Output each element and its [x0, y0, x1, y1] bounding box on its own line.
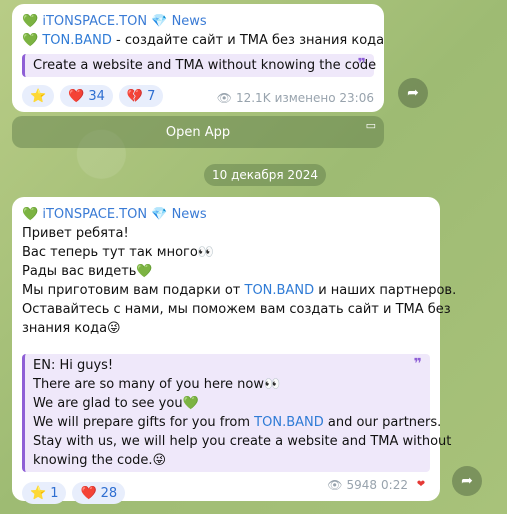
quote-text-line: EN: Hi guys! — [33, 358, 114, 373]
message-text: и наших партнеров. — [314, 283, 457, 298]
reaction-count: 7 — [147, 88, 156, 104]
message-meta: 👁 5948 0:22 ❤ — [327, 476, 430, 494]
green-heart-icon: 💚 — [22, 14, 39, 29]
message-title: 💚 iTONSPACE.TON 💎 News — [22, 12, 374, 31]
message-text-line: Оставайтесь с нами, мы поможем вам созда… — [22, 302, 451, 317]
message-text: Мы приготовим вам подарки от — [22, 283, 245, 298]
date-separator: 10 декабря 2024 — [204, 164, 326, 186]
share-icon[interactable]: ➦ — [398, 78, 428, 108]
quote-text-line: Stay with us, we will help you create a … — [33, 434, 452, 449]
message-text-line: знания кода😜 — [22, 321, 121, 336]
message-text-line: Мы приготовим вам подарки от TON.BAND и … — [22, 281, 456, 300]
message-text-line: Рады вас видеть💚 — [22, 264, 153, 279]
green-heart-icon: 💚 — [22, 207, 39, 222]
reaction-count: 28 — [100, 485, 118, 501]
eye-icon: 👁 — [216, 91, 232, 105]
view-count: 5948 — [346, 478, 378, 492]
share-icon[interactable]: ➦ — [452, 466, 482, 496]
link-ton-band[interactable]: TON.BAND — [254, 415, 324, 430]
reaction-heart[interactable]: ❤️ 34 — [60, 85, 113, 107]
open-app-label: Open App — [165, 124, 231, 140]
star-icon: ⭐ — [30, 88, 47, 104]
own-reaction-heart-icon[interactable]: ❤ — [412, 476, 430, 494]
quote-text: Create a website and TMA without knowing… — [33, 58, 377, 73]
diamond-icon: 💎 — [151, 14, 168, 29]
message-title: 💚 iTONSPACE.TON 💎 News — [22, 205, 430, 224]
message-time: 0:22 — [381, 478, 408, 492]
reaction-broken-heart[interactable]: 💔 7 — [118, 85, 164, 107]
channel-name[interactable]: iTONSPACE.TON — [42, 14, 147, 29]
window-icon: ▭ — [365, 119, 376, 132]
reaction-count: 34 — [88, 88, 105, 104]
channel-news-label: News — [171, 207, 207, 222]
reaction-star[interactable]: ⭐ — [22, 85, 55, 107]
quote-text-line: There are so many of you here now👀 — [33, 377, 281, 392]
quote-block: ❞ EN: Hi guys! There are so many of you … — [22, 354, 452, 472]
quote-text: and our partners. — [323, 415, 442, 430]
eye-icon: 👁 — [327, 478, 343, 492]
quote-mark-icon: ❞ — [413, 356, 422, 372]
quote-mark-icon: ❞ — [357, 56, 366, 72]
quote-text-line: knowing the code.😜 — [33, 453, 167, 468]
link-ton-band[interactable]: TON.BAND — [245, 283, 315, 298]
star-icon: ⭐ — [30, 485, 47, 501]
channel-name[interactable]: iTONSPACE.TON — [42, 207, 147, 222]
message-text: - создайте сайт и ТМА без знания кода — [111, 33, 385, 48]
heart-icon: ❤️ — [68, 88, 85, 104]
reaction-count: 1 — [50, 485, 59, 501]
quote-text: We will prepare gifts for you from — [33, 415, 255, 430]
link-ton-band[interactable]: TON.BAND — [42, 33, 112, 48]
green-heart-icon: 💚 — [22, 33, 39, 48]
reaction-heart[interactable]: ❤️ 28 — [72, 482, 126, 504]
diamond-icon: 💎 — [151, 207, 168, 222]
quote-text-line: We will prepare gifts for you from TON.B… — [33, 413, 441, 432]
message-text-line: Привет ребята! — [22, 226, 129, 241]
heart-icon: ❤️ — [80, 485, 97, 501]
quote-block: Create a website and TMA without knowing… — [22, 54, 377, 77]
reaction-star[interactable]: ⭐ 1 — [22, 482, 67, 504]
date-label: 10 декабря 2024 — [212, 168, 318, 182]
channel-news-label: News — [171, 14, 207, 29]
message-meta: 👁 12.1K изменено 23:06 — [217, 91, 374, 105]
edited-timestamp: изменено 23:06 — [274, 91, 374, 105]
message-text-line: 💚 TON.BAND - создайте сайт и ТМА без зна… — [22, 31, 384, 50]
quote-text-line: We are glad to see you💚 — [33, 396, 199, 411]
broken-heart-icon: 💔 — [126, 88, 144, 104]
open-app-button[interactable]: Open App ▭ — [12, 116, 384, 148]
message-text-line: Вас теперь тут так много👀 — [22, 245, 215, 260]
view-count: 12.1K — [235, 91, 271, 105]
message-bubble[interactable]: 💚 iTONSPACE.TON 💎 News 💚 TON.BAND - созд… — [12, 4, 384, 112]
message-bubble[interactable]: 💚 iTONSPACE.TON 💎 News Привет ребята! Ва… — [12, 197, 456, 504]
